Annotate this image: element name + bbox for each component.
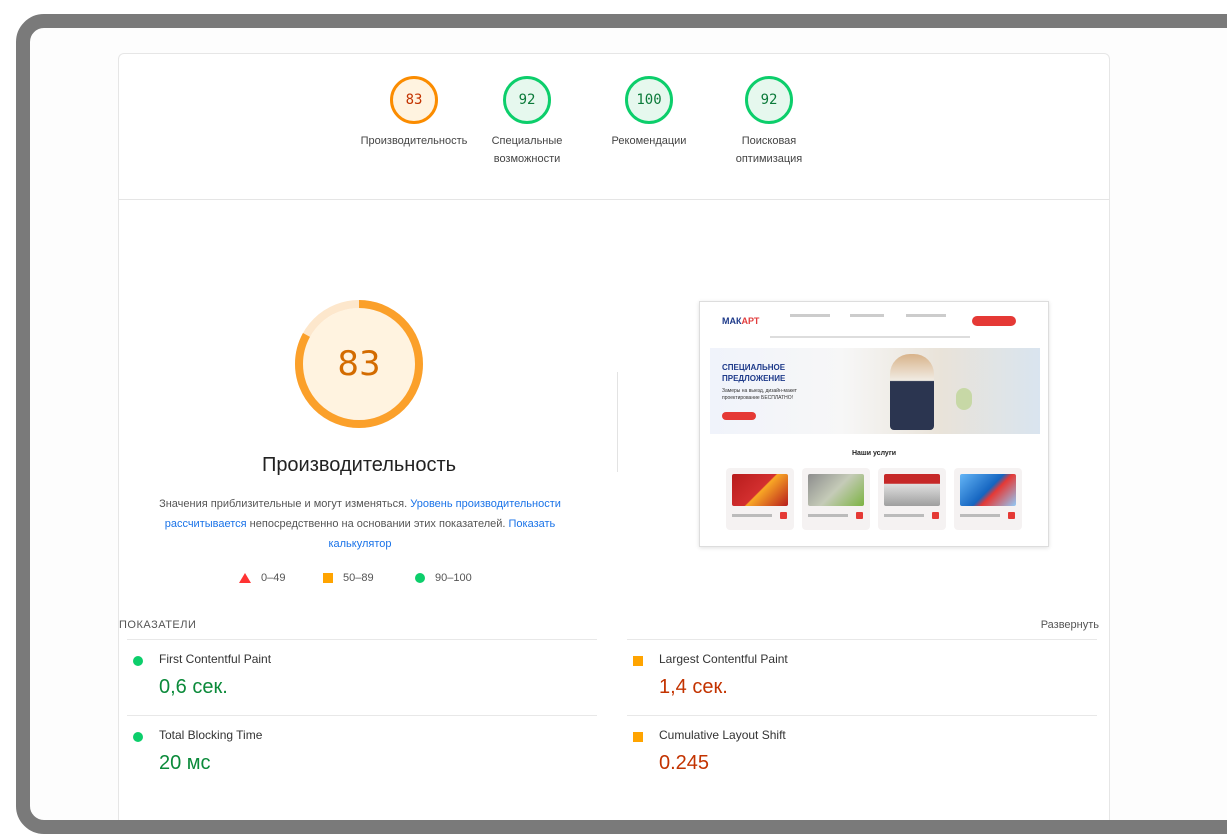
service-caption [808,514,848,517]
services-title: Наши услуги [851,450,897,457]
hero-button [722,412,756,420]
service-button [1008,512,1015,519]
header-cta-button [972,316,1016,326]
metric-tbt: Total Blocking Time 20 мс [127,715,597,792]
service-image [884,474,940,506]
lighthouse-report: 83 Производительность 92 Специальные воз… [118,53,1110,820]
screen-frame: 83 Производительность 92 Специальные воз… [16,14,1227,834]
performance-score: 83 [337,344,381,384]
site-logo: МАКАРТ [722,316,759,326]
logo-main: МАК [722,316,742,326]
status-indicator-icon [133,732,143,742]
performance-description: Значения приблизительные и могут изменят… [145,494,575,554]
gauge-ring: 92 [745,76,793,124]
triangle-icon [239,573,251,583]
gauge-label: Специальные возможности [491,135,563,165]
page-screenshot-thumbnail: МАКАРТ СПЕЦИАЛЬНОЕ ПРЕДЛОЖЕНИЕ Замеры на… [699,301,1049,547]
desc-text-2: непосредственно на основании этих показа… [246,518,509,530]
metric-name: Total Blocking Time [159,728,263,742]
metrics-title: ПОКАЗАТЕЛИ [119,619,197,631]
gauge-ring: 100 [625,76,673,124]
service-button [932,512,939,519]
metric-value: 1,4 сек. [659,676,728,698]
hero-title: СПЕЦИАЛЬНОЕ ПРЕДЛОЖЕНИЕ [722,363,786,383]
logo-accent: АРТ [741,316,760,326]
gauge-label: Рекомендации [611,135,687,147]
service-caption [960,514,1000,517]
plant-image [956,388,972,410]
gauge-accessibility[interactable]: 92 Специальные возможности [477,76,577,168]
metric-cls: Cumulative Layout Shift 0.245 [627,715,1097,792]
metric-name: First Contentful Paint [159,652,272,666]
square-icon [323,573,333,583]
metric-name: Largest Contentful Paint [659,652,788,666]
gauge-label: Производительность [360,135,468,147]
gauge-seo[interactable]: 92 Поисковая оптимизация [719,76,819,168]
thumb-hero: СПЕЦИАЛЬНОЕ ПРЕДЛОЖЕНИЕ Замеры на выезд,… [710,348,1040,434]
metric-fcp: First Contentful Paint 0,6 сек. [127,639,597,716]
metric-value: 0,6 сек. [159,676,228,698]
legend-range: 0–49 [261,572,286,584]
service-card [726,468,794,530]
status-indicator-icon [633,656,643,666]
circle-icon [415,573,425,583]
thumb-header: МАКАРТ [700,302,1048,346]
desc-text-1: Значения приблизительные и могут изменят… [159,498,411,510]
legend-range: 90–100 [435,572,472,584]
service-card [802,468,870,530]
gauge-ring: 92 [503,76,551,124]
category-gauges: 83 Производительность 92 Специальные воз… [349,76,869,196]
status-indicator-icon [633,732,643,742]
divider [119,199,1109,200]
metric-lcp: Largest Contentful Paint 1,4 сек. [627,639,1097,716]
service-image [808,474,864,506]
service-card [954,468,1022,530]
legend-range: 50–89 [343,572,374,584]
service-image [732,474,788,506]
metric-value: 0.245 [659,752,710,774]
expand-button[interactable]: Развернуть [1041,619,1099,631]
legend-pass: 90–100 [415,572,472,584]
header-text [790,314,830,317]
gauge-label: Поисковая оптимизация [735,135,803,165]
performance-gauge: 83 [279,284,439,444]
legend-fail: 0–49 [239,572,285,584]
hero-subtitle: Замеры на выезд, дизайн-макет проектиров… [722,388,797,401]
service-button [856,512,863,519]
gauge-ring: 83 [390,76,438,124]
person-image [890,354,934,430]
gauge-performance[interactable]: 83 Производительность [349,76,479,150]
legend-average: 50–89 [323,572,374,584]
performance-title: Производительность [261,454,457,476]
service-caption [732,514,772,517]
metric-name: Cumulative Layout Shift [659,728,786,742]
status-indicator-icon [133,656,143,666]
service-button [780,512,787,519]
service-image [960,474,1016,506]
service-card [878,468,946,530]
nav-bar [770,336,970,338]
service-caption [884,514,924,517]
vertical-divider [617,372,618,472]
header-text [850,314,884,317]
header-text [906,314,946,317]
metric-value: 20 мс [159,752,211,774]
gauge-best-practices[interactable]: 100 Рекомендации [599,76,699,150]
metrics-header: ПОКАЗАТЕЛИ Развернуть [119,619,1099,631]
